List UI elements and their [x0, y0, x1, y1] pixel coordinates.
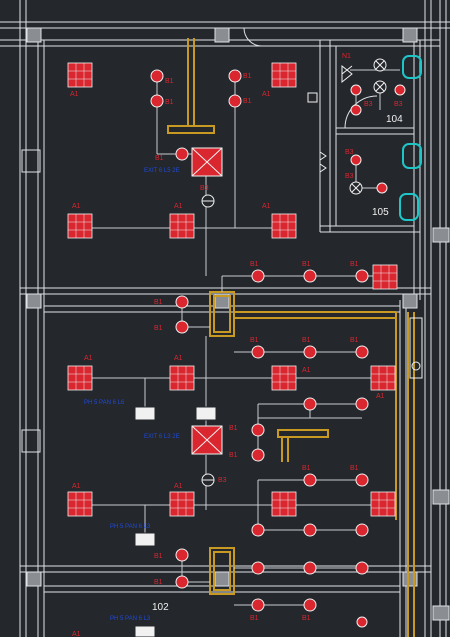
label-b1: B1	[229, 452, 238, 459]
room-number-102: 102	[152, 602, 169, 613]
downlight	[251, 448, 265, 462]
label-n1: N1	[342, 53, 351, 60]
room-number-104: 104	[386, 114, 403, 125]
label-b3: B3	[218, 477, 227, 484]
downlight	[175, 295, 189, 309]
downlight	[303, 561, 317, 575]
label-b1: B1	[350, 261, 359, 268]
downlight	[228, 94, 242, 108]
label-a1: A1	[262, 203, 271, 210]
downlight	[376, 182, 388, 194]
light-panel	[271, 491, 297, 517]
downlight	[303, 269, 317, 283]
panel-note: PH 5 PAN 6 L3	[110, 616, 151, 622]
light-panel	[370, 365, 396, 391]
light-panel	[271, 213, 297, 239]
light-panel	[372, 264, 398, 290]
downlight	[303, 598, 317, 612]
label-b1: B1	[250, 261, 259, 268]
downlight	[175, 548, 189, 562]
label-b1: B1	[154, 553, 163, 560]
label-b3: B3	[345, 173, 354, 180]
light-panel	[271, 365, 297, 391]
light-panel	[169, 365, 195, 391]
downlight	[303, 397, 317, 411]
label-a1: A1	[174, 355, 183, 362]
light-panel	[169, 213, 195, 239]
light-panel	[370, 491, 396, 517]
downlight	[251, 423, 265, 437]
label-b1: B1	[302, 337, 311, 344]
label-b1: B1	[154, 325, 163, 332]
light-panel	[67, 365, 93, 391]
panel-note: PH 5 PAN 6 L3	[110, 524, 151, 530]
label-a1: A1	[376, 393, 385, 400]
downlight	[150, 69, 164, 83]
light-panel	[67, 491, 93, 517]
downlight	[251, 523, 265, 537]
downlight	[251, 598, 265, 612]
label-b1: B1	[154, 299, 163, 306]
label-b1: B1	[243, 98, 252, 105]
emergency-note: EXIT 6 L3 2E	[144, 434, 180, 440]
light-panel	[271, 62, 297, 88]
label-b1: B1	[229, 425, 238, 432]
label-b1: B1	[250, 615, 259, 622]
downlight	[150, 94, 164, 108]
downlight	[356, 616, 368, 628]
downlight	[303, 473, 317, 487]
downlight	[251, 561, 265, 575]
downlight	[350, 104, 362, 116]
downlight	[355, 561, 369, 575]
downlight	[251, 269, 265, 283]
label-b3: B3	[394, 101, 403, 108]
light-panel	[169, 491, 195, 517]
downlight	[355, 345, 369, 359]
label-b1: B1	[350, 465, 359, 472]
label-b1: B1	[302, 615, 311, 622]
label-b3: B3	[200, 185, 209, 192]
light-panel	[67, 62, 93, 88]
downlight	[303, 345, 317, 359]
plan-drawing: B1 B1 A1 A1 B1 B1 B1 B3 A1 A1 A1 B1 B1 B…	[0, 0, 450, 637]
label-b3: B3	[364, 101, 373, 108]
label-a1: A1	[174, 483, 183, 490]
downlight	[355, 523, 369, 537]
downlight	[355, 473, 369, 487]
label-b1: B1	[155, 155, 164, 162]
label-a1: A1	[302, 367, 311, 374]
downlight	[355, 269, 369, 283]
label-a1: A1	[84, 355, 93, 362]
downlight	[303, 523, 317, 537]
downlight	[251, 345, 265, 359]
room-number-105: 105	[372, 207, 389, 218]
label-b3: B3	[345, 149, 354, 156]
label-a1: A1	[262, 91, 271, 98]
electrical-floor-plan: B1 B1 A1 A1 B1 B1 B1 B3 A1 A1 A1 B1 B1 B…	[0, 0, 450, 637]
label-b1: B1	[350, 337, 359, 344]
downlight	[175, 320, 189, 334]
label-b1: B1	[165, 99, 174, 106]
downlight	[350, 154, 362, 166]
label-b1: B1	[243, 73, 252, 80]
label-a1: A1	[174, 203, 183, 210]
downlight	[394, 84, 406, 96]
label-b1: B1	[302, 465, 311, 472]
label-b1: B1	[302, 261, 311, 268]
panel-note: PH 5 PAN 6 L6	[84, 400, 125, 406]
downlight	[355, 397, 369, 411]
label-b1: B1	[154, 579, 163, 586]
label-b1: B1	[250, 337, 259, 344]
downlight	[175, 575, 189, 589]
label-a1: A1	[72, 483, 81, 490]
light-panel	[67, 213, 93, 239]
downlight	[175, 147, 189, 161]
label-b1: B1	[165, 78, 174, 85]
downlight	[228, 69, 242, 83]
label-a1: A1	[72, 203, 81, 210]
emergency-note: EXIT 6 L5 2E	[144, 168, 180, 174]
label-a1: A1	[70, 91, 79, 98]
label-a1: A1	[72, 631, 81, 637]
downlight	[350, 84, 362, 96]
